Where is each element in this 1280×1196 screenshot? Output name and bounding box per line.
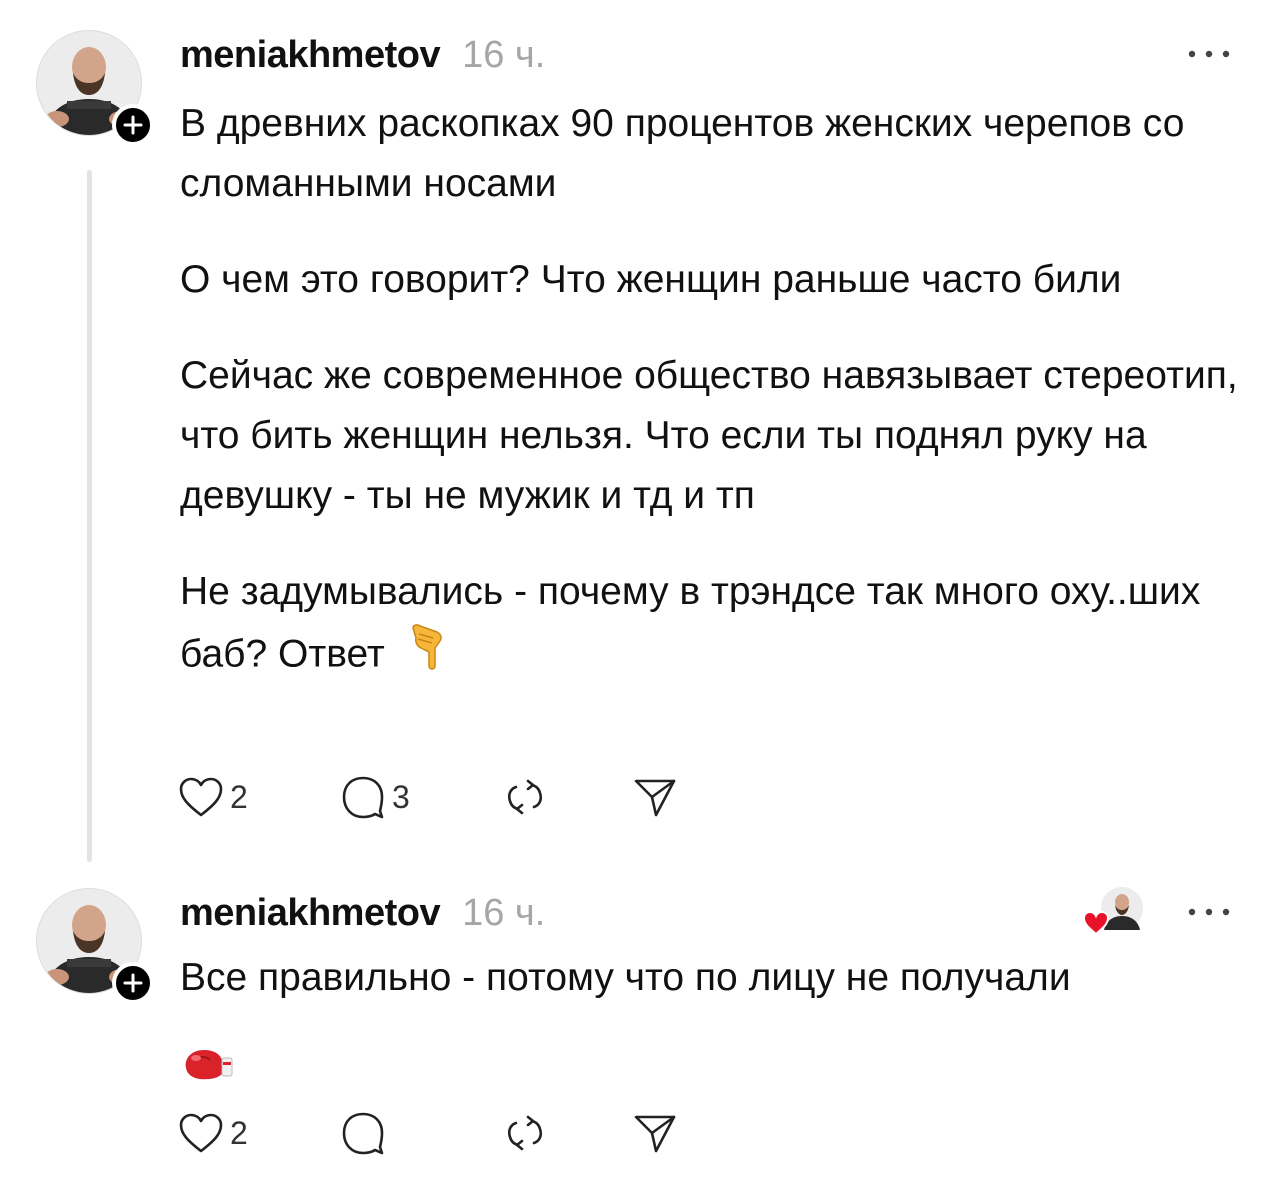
post-paragraph: О чем это говорит? Что женщин раньше час… [180,258,1122,301]
repost-icon [507,1115,543,1151]
post-header: meniakhmetov 16 ч. [180,892,545,935]
post-body: Все правильно - потому что по лицу не по… [180,948,1240,1102]
boxing-glove-icon [180,1042,1240,1102]
like-count: 2 [230,1114,248,1151]
comment-bubble-icon [342,776,384,819]
reply-button[interactable]: 3 [340,770,502,824]
plus-icon [123,115,143,135]
post-paragraph: Все правильно - потому что по лицу не по… [180,956,1071,999]
post-actions: 2 [178,1106,678,1160]
plus-icon [123,973,143,993]
username[interactable]: meniakhmetov [180,892,441,935]
comment-bubble-icon [342,1112,384,1155]
pointing-down-hand-icon [407,622,447,690]
more-options-icon[interactable] [1184,902,1234,922]
post-actions: 2 3 [178,770,678,824]
reply-button[interactable] [340,1106,502,1160]
post-header: meniakhmetov 16 ч. [180,34,545,77]
thread-post: meniakhmetov 16 ч. Все правильно - потом… [0,870,1280,1196]
liked-by-author-indicator [1082,884,1148,940]
more-options-icon[interactable] [1184,44,1234,64]
share-button[interactable] [632,770,678,824]
follow-plus-button[interactable] [112,104,154,146]
post-timestamp: 16 ч. [462,34,546,76]
post-paragraph: В древних раскопках 90 процентов женских… [180,102,1185,205]
like-button[interactable]: 2 [178,1106,340,1160]
like-count: 2 [230,778,248,815]
author-avatar[interactable] [36,888,154,1004]
repost-icon [507,779,543,815]
username[interactable]: meniakhmetov [180,34,441,77]
thread-connector-line [87,170,92,862]
heart-icon [179,777,223,817]
post-timestamp: 16 ч. [462,892,546,934]
send-plane-icon [634,1115,676,1153]
post-paragraph-text: Не задумывались - почему в трэндсе так м… [180,570,1201,676]
repost-button[interactable] [502,1106,632,1160]
reply-count: 3 [392,778,410,815]
thread-post: meniakhmetov 16 ч. В древних раскопках 9… [0,0,1280,870]
heart-icon [179,1113,223,1153]
send-plane-icon [634,779,676,817]
post-paragraph-last: Не задумывались - почему в трэндсе так м… [180,562,1240,690]
like-button[interactable]: 2 [178,770,340,824]
post-body: В древних раскопках 90 процентов женских… [180,94,1240,690]
author-avatar[interactable] [36,30,154,146]
post-paragraph: Сейчас же современное общество навязывае… [180,354,1238,517]
share-button[interactable] [632,1106,678,1160]
repost-button[interactable] [502,770,632,824]
follow-plus-button[interactable] [112,962,154,1004]
